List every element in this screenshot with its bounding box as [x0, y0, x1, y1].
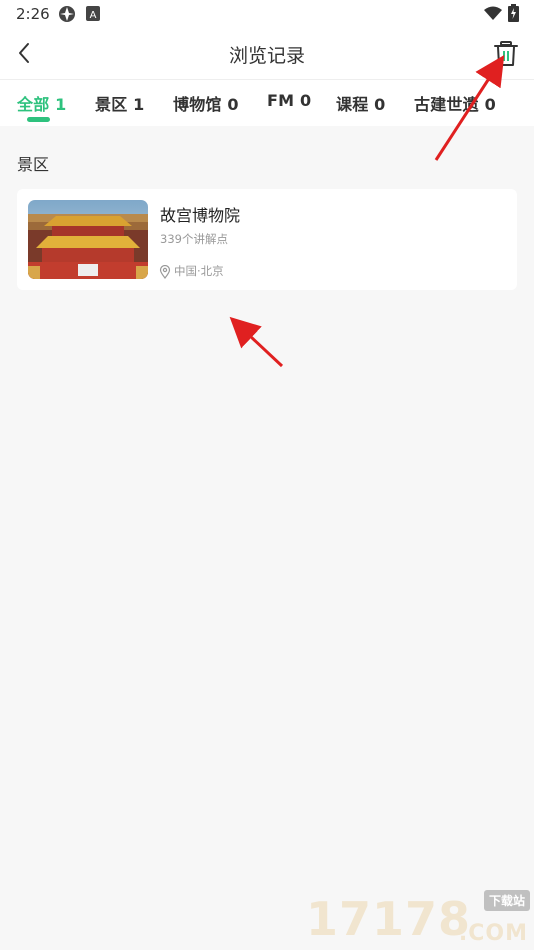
scenic-location: 中国·北京 [174, 264, 224, 278]
tab-all[interactable]: 全部 1 [17, 91, 67, 115]
trash-icon [494, 41, 518, 66]
watermark-digits: 17178 [306, 892, 472, 946]
scenic-thumbnail-image [28, 200, 148, 279]
status-time: 2:26 [16, 5, 50, 23]
tab-museum[interactable]: 博物馆 0 [173, 91, 239, 115]
scenic-name: 故宫博物院 [160, 206, 241, 225]
status-bar: 2:26 A [0, 0, 534, 28]
guide-point-count: 339个讲解点 [160, 232, 228, 246]
category-tabs: 全部 1 景区 1 博物馆 0 FM 0 课程 0 古建世遗 0 [0, 80, 534, 126]
battery-charging-icon [508, 4, 519, 26]
location-pin-icon [159, 264, 171, 279]
active-tab-indicator [27, 117, 50, 122]
page-title: 浏览记录 [228, 45, 305, 67]
android-icon: A [86, 6, 100, 25]
section-label: 景区 [17, 155, 50, 174]
annotation-arrow-card [229, 316, 284, 368]
clear-history-button[interactable] [492, 39, 520, 69]
tab-fm[interactable]: FM 0 [267, 91, 311, 110]
wifi-icon [484, 6, 502, 25]
tab-scenic[interactable]: 景区 1 [95, 91, 145, 115]
site-watermark: 17178 下载站 .COM [302, 890, 530, 948]
app-notification-icon [58, 5, 76, 27]
header-bar: 浏览记录 [0, 28, 534, 80]
annotation-arrows [229, 54, 505, 368]
watermark-suffix: .COM [458, 921, 528, 946]
watermark-badge: 下载站 [483, 890, 530, 911]
svg-text:A: A [90, 10, 97, 21]
tab-course[interactable]: 课程 0 [336, 91, 386, 115]
tab-heritage[interactable]: 古建世遗 0 [414, 91, 496, 115]
history-item-card[interactable]: 故宫博物院 339个讲解点 中国·北京 [17, 189, 517, 290]
